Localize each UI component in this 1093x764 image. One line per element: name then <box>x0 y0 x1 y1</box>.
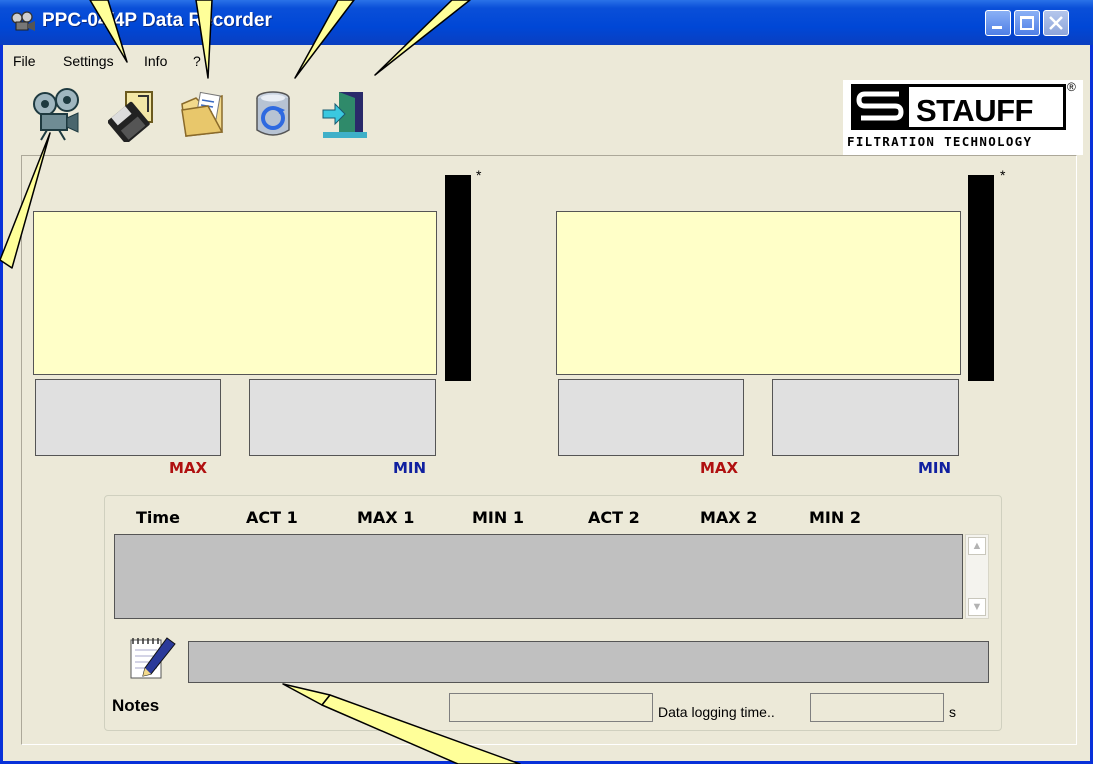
menu-bar: File Settings Info ? <box>3 46 1093 76</box>
channel2-max-label: MAX <box>700 459 739 477</box>
channel1-max-box <box>35 379 221 456</box>
data-logging-time-label: Data logging time.. <box>658 704 775 720</box>
channel2-level-bar <box>968 175 994 381</box>
title-bar[interactable]: PPC-04/4P Data Recorder <box>0 0 1093 45</box>
channel1-asterisk: * <box>476 167 482 183</box>
close-icon <box>1049 16 1063 30</box>
notepad-icon[interactable] <box>127 634 179 684</box>
channel1-max-label: MAX <box>169 459 208 477</box>
menu-help[interactable]: ? <box>193 53 201 69</box>
exit-door-icon[interactable] <box>319 88 369 142</box>
channel1-min-box <box>249 379 436 456</box>
column-header-min1[interactable]: MIN 1 <box>472 508 524 527</box>
close-button[interactable] <box>1043 10 1069 36</box>
channel2-min-label: MIN <box>918 459 952 477</box>
column-header-max1[interactable]: MAX 1 <box>357 508 414 527</box>
channel1-level-bar <box>445 175 471 381</box>
app-window: PPC-04/4P Data Recorder File Settings In… <box>0 0 1093 764</box>
folder-icon[interactable] <box>178 88 228 142</box>
maximize-icon <box>1020 16 1034 30</box>
window-title: PPC-04/4P Data Recorder <box>42 10 272 31</box>
logo-subtitle: FILTRATION TECHNOLOGY <box>847 134 1033 149</box>
chevron-down-icon: ▼ <box>971 601 983 613</box>
maximize-button[interactable] <box>1014 10 1040 36</box>
column-header-act1[interactable]: ACT 1 <box>246 508 298 527</box>
data-logging-time-field[interactable] <box>810 693 944 722</box>
logo-name: STAUFF <box>916 93 1033 128</box>
log-scrollbar[interactable]: ▲ ▼ <box>965 534 989 619</box>
floppy-disk-icon[interactable] <box>108 88 158 142</box>
app-icon <box>11 11 35 31</box>
status-field <box>449 693 653 722</box>
column-header-max2[interactable]: MAX 2 <box>700 508 757 527</box>
scroll-up-button[interactable]: ▲ <box>968 537 986 555</box>
channel2-display <box>556 211 961 375</box>
column-header-act2[interactable]: ACT 2 <box>588 508 640 527</box>
camera-icon[interactable] <box>31 88 81 142</box>
menu-file[interactable]: File <box>13 53 36 69</box>
menu-info[interactable]: Info <box>144 53 167 69</box>
notes-label: Notes <box>112 696 160 715</box>
column-header-time[interactable]: Time <box>136 508 180 527</box>
channel1-min-label: MIN <box>393 459 427 477</box>
channel1-display <box>33 211 437 375</box>
logo-box: STAUFF <box>851 84 1066 130</box>
stauff-logo: STAUFF ® FILTRATION TECHNOLOGY <box>843 80 1083 155</box>
chevron-up-icon: ▲ <box>971 540 983 552</box>
seconds-unit-label: s <box>949 704 956 720</box>
log-table[interactable] <box>114 534 963 619</box>
channel2-max-box <box>558 379 744 456</box>
channel2-min-box <box>772 379 959 456</box>
scroll-down-button[interactable]: ▼ <box>968 598 986 616</box>
minimize-icon <box>992 26 1002 29</box>
menu-settings[interactable]: Settings <box>63 53 114 69</box>
notes-input[interactable] <box>188 641 989 683</box>
column-header-min2[interactable]: MIN 2 <box>809 508 861 527</box>
logo-mark <box>851 84 909 130</box>
database-refresh-icon[interactable] <box>250 88 300 142</box>
minimize-button[interactable] <box>985 10 1011 36</box>
registered-mark: ® <box>1067 80 1076 94</box>
channel2-asterisk: * <box>1000 167 1006 183</box>
